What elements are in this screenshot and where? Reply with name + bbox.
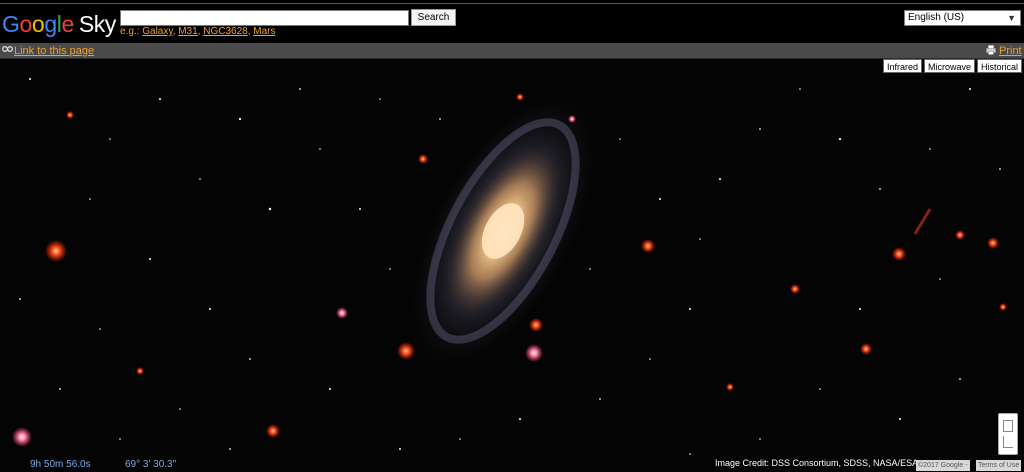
logo-letter: G (2, 11, 20, 37)
layer-button-microwave[interactable]: Microwave (923, 59, 975, 73)
logo-product-name: Sky (78, 11, 117, 37)
sky-image (0, 59, 1024, 472)
printer-icon[interactable] (986, 45, 996, 55)
layer-buttons: Infrared Microwave Historical (882, 59, 1022, 73)
chevron-down-icon: ▼ (1007, 13, 1016, 23)
link-icon (2, 46, 13, 52)
layer-button-historical[interactable]: Historical (976, 59, 1022, 73)
example-link-m31[interactable]: M31 (178, 26, 197, 37)
example-link-ngc3628[interactable]: NGC3628 (203, 26, 247, 37)
logo-letter: g (44, 11, 57, 37)
right-ascension: 9h 50m 56.0s (30, 459, 91, 470)
logo-letter: e (61, 11, 74, 37)
language-selected: English (US) (908, 12, 965, 23)
example-link-mars[interactable]: Mars (253, 26, 275, 37)
header: Google Sky Search e.g.: Galaxy, M31, NGC3… (0, 4, 1024, 42)
declination: 69° 3' 30.3" (125, 459, 177, 470)
google-sky-logo[interactable]: Google Sky (2, 10, 116, 38)
terms-of-use-link[interactable]: Terms of Use (976, 460, 1022, 471)
language-select[interactable]: English (US) ▼ (904, 10, 1021, 26)
toolbar: Link to this page Print (0, 43, 1024, 59)
zoom-out-icon[interactable] (1003, 436, 1013, 448)
coordinate-readout: 9h 50m 56.0s 69° 3' 30.3" (0, 458, 200, 472)
search-button[interactable]: Search (411, 9, 456, 26)
zoom-in-icon[interactable] (1003, 420, 1013, 432)
example-link-galaxy[interactable]: Galaxy (142, 26, 172, 37)
print-link[interactable]: Print (999, 45, 1022, 57)
layer-button-infrared[interactable]: Infrared (882, 59, 922, 73)
link-to-this-page[interactable]: Link to this page (14, 45, 94, 57)
zoom-control[interactable] (998, 413, 1018, 455)
logo-letter: o (31, 11, 45, 37)
image-credits: Image Credit: DSS Consortium, SDSS, NASA… (715, 458, 919, 468)
examples-prefix: e.g.: (120, 26, 140, 37)
copyright-notice: ©2017 Google - (916, 460, 970, 471)
logo-letter: o (19, 11, 33, 37)
search-input[interactable] (120, 10, 409, 26)
sky-map-viewport[interactable]: Infrared Microwave Historical 9h 50m 56.… (0, 59, 1024, 472)
search-examples: e.g.: Galaxy, M31, NGC3628, Mars (120, 26, 276, 37)
